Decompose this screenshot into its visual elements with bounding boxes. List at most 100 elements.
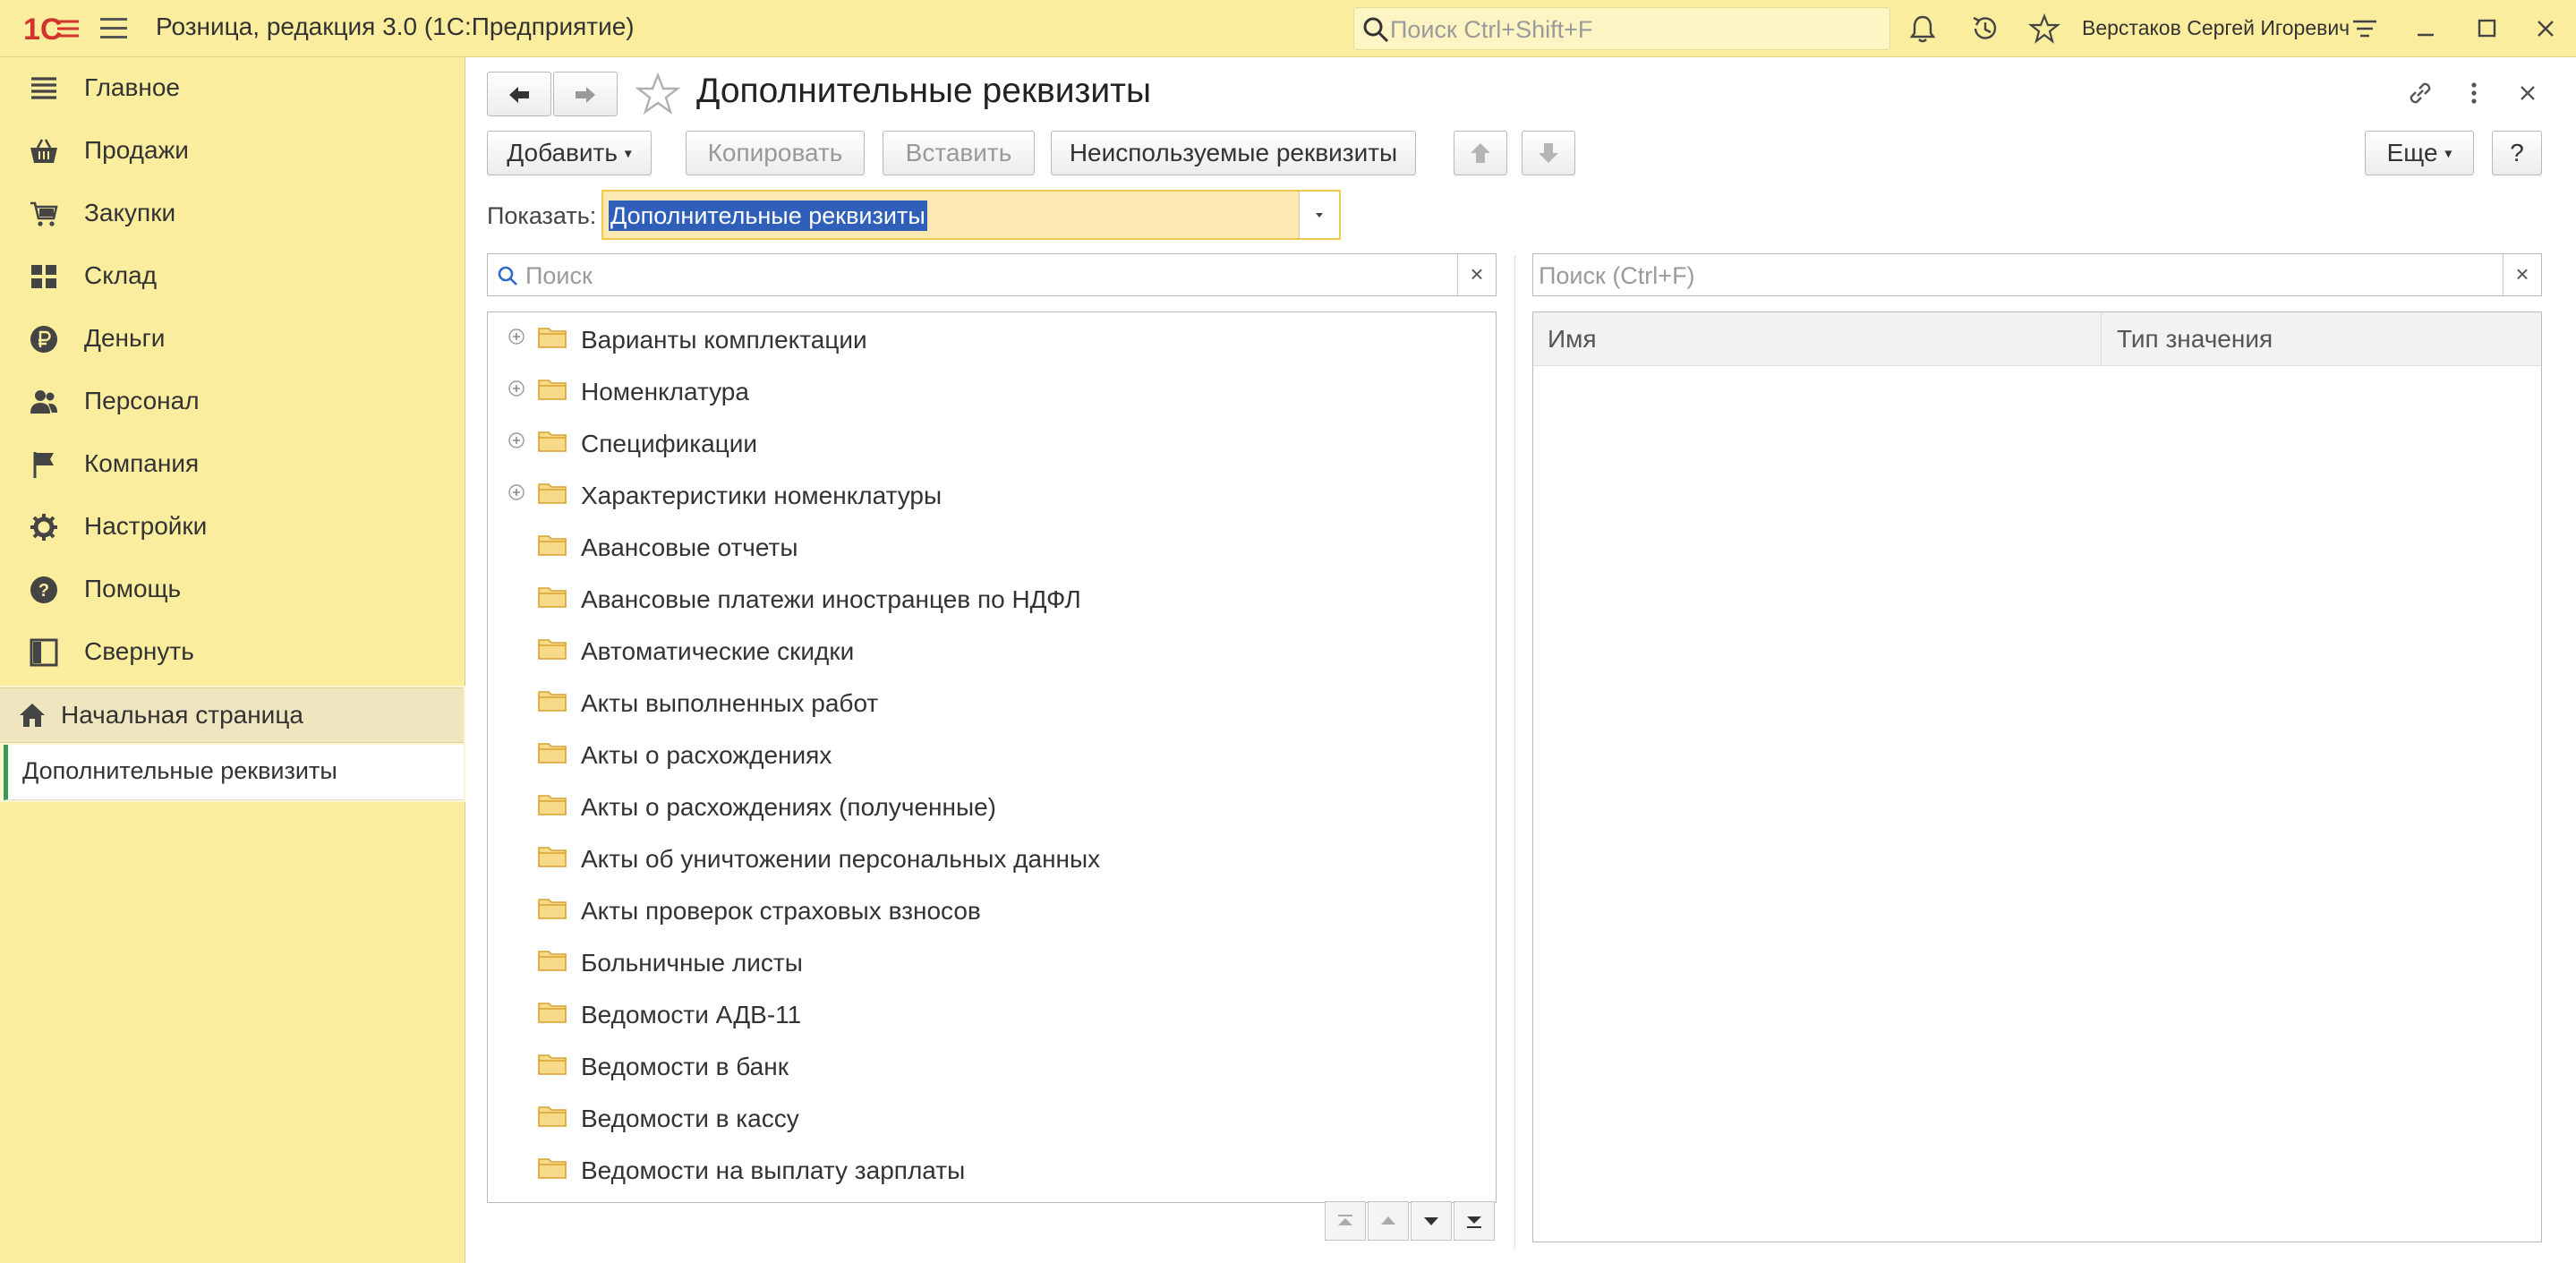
close-icon[interactable] [2529, 13, 2562, 45]
tree-row[interactable]: Акты проверок страховых взносов [488, 883, 1490, 935]
tree-row[interactable]: Ведомости на выплату зарплаты [488, 1143, 1490, 1195]
sidebar-item-sales[interactable]: Продажи [0, 120, 465, 183]
tree-row[interactable]: Ведомости АДВ-11 [488, 987, 1490, 1039]
tree-row[interactable]: Акты выполненных работ [488, 676, 1490, 728]
show-dropdown-button[interactable] [1299, 192, 1339, 238]
tree-row-label: Варианты комплектации [581, 326, 867, 354]
sidebar-item-help[interactable]: ? Помощь [0, 559, 465, 621]
column-divider[interactable] [2101, 312, 2102, 366]
clear-search-icon[interactable]: × [1457, 254, 1496, 295]
move-up-button[interactable] [1454, 131, 1507, 175]
table-search-input[interactable]: Поиск (Ctrl+F) × [1532, 253, 2542, 296]
sidebar-item-label: Свернуть [84, 637, 194, 665]
folder-icon [538, 951, 567, 971]
user-name[interactable]: Верстаков Сергей Игоревич [2082, 16, 2350, 40]
sidebar-item-collapse[interactable]: Свернуть [0, 621, 465, 684]
tree-row[interactable]: Акты о расхождениях (полученные) [488, 780, 1490, 832]
maximize-icon[interactable] [2470, 13, 2503, 45]
attribute-sets-tree[interactable]: Варианты комплектации Номенклатура Специфи… [487, 311, 1497, 1203]
panel-splitter[interactable] [1514, 256, 1520, 1250]
dropdown-arrow-icon: ▾ [2444, 146, 2452, 162]
more-vertical-icon[interactable] [2458, 77, 2490, 109]
tree-row[interactable]: Больничные листы [488, 935, 1490, 987]
column-header-name[interactable]: Имя [1548, 325, 1597, 354]
tree-row[interactable]: Авансовые платежи иностранцев по НДФЛ [488, 572, 1490, 624]
sidebar-item-staff[interactable]: Персонал [0, 371, 465, 433]
unused-attributes-button[interactable]: Неиспользуемые реквизиты [1051, 131, 1416, 175]
expand-icon[interactable] [508, 483, 525, 501]
attributes-table[interactable]: Имя Тип значения [1532, 311, 2542, 1242]
sidebar-item-money[interactable]: Деньги [0, 308, 465, 371]
more-button[interactable]: Еще ▾ [2365, 131, 2474, 175]
minimize-icon[interactable] [2410, 13, 2442, 45]
folder-icon [538, 1106, 567, 1127]
table-search-placeholder: Поиск (Ctrl+F) [1539, 262, 1695, 289]
tree-row[interactable]: Акты о расхождениях [488, 728, 1490, 780]
tree-row[interactable]: Ведомости в банк [488, 1039, 1490, 1091]
page-title: Дополнительные реквизиты [696, 72, 1152, 110]
scroll-up-button[interactable] [1368, 1201, 1409, 1241]
sidebar-item-warehouse[interactable]: Склад [0, 245, 465, 308]
settings-icon[interactable] [2349, 13, 2381, 45]
bell-icon[interactable] [1906, 13, 1939, 45]
scroll-to-bottom-button[interactable] [1454, 1201, 1495, 1241]
clear-search-icon[interactable]: × [2503, 254, 2541, 295]
folder-icon [538, 483, 567, 504]
paste-button[interactable]: Вставить [883, 131, 1035, 175]
folder-icon [538, 743, 567, 764]
form-close-icon[interactable] [2512, 77, 2544, 109]
scroll-to-top-button[interactable] [1325, 1201, 1366, 1241]
help-button[interactable]: ? [2492, 131, 2542, 175]
chevron-down-icon [1316, 213, 1323, 218]
link-icon[interactable] [2404, 77, 2436, 109]
tree-row-label: Авансовые отчеты [581, 533, 798, 561]
back-button[interactable] [487, 72, 551, 116]
folder-icon [538, 795, 567, 815]
tree-row[interactable]: Акты об уничтожении персональных данных [488, 832, 1490, 883]
tree-row[interactable]: Авансовые отчеты [488, 520, 1490, 572]
sidebar-item-settings[interactable]: Настройки [0, 496, 465, 559]
expand-icon[interactable] [508, 431, 525, 449]
tree-search-input[interactable]: Поиск × [487, 253, 1497, 296]
forward-button[interactable] [553, 72, 618, 116]
search-icon [498, 266, 517, 286]
chevron-down-icon [1424, 1217, 1438, 1225]
copy-button[interactable]: Копировать [686, 131, 865, 175]
global-search-input[interactable]: Поиск Ctrl+Shift+F [1353, 7, 1890, 50]
history-icon[interactable] [1969, 13, 2001, 45]
sidebar-item-label: Деньги [84, 324, 166, 352]
arrow-right-icon [576, 87, 595, 103]
svg-text:1С: 1С [23, 13, 62, 47]
add-button[interactable]: Добавить ▾ [487, 131, 652, 175]
home-page-item[interactable]: Начальная страница [0, 687, 464, 743]
folder-icon [538, 1054, 567, 1075]
expand-icon[interactable] [508, 380, 525, 397]
sidebar-item-label: Помощь [84, 575, 182, 602]
sidebar: Главное Продажи Закупки Склад Деньги Пер… [0, 57, 465, 1263]
tree-row[interactable]: Характеристики номенклатуры [488, 468, 1490, 520]
show-select[interactable]: Дополнительные реквизиты [601, 190, 1341, 240]
tree-row[interactable]: Номенклатура [488, 364, 1490, 416]
sidebar-item-purchases[interactable]: Закупки [0, 183, 465, 245]
scroll-down-button[interactable] [1411, 1201, 1452, 1241]
move-down-button[interactable] [1522, 131, 1575, 175]
tree-row[interactable]: Автоматические скидки [488, 624, 1490, 676]
tree-row[interactable]: Ведомости в кассу [488, 1091, 1490, 1143]
flag-icon [33, 452, 54, 478]
menu-icon[interactable] [100, 18, 127, 39]
sidebar-item-main[interactable]: Главное [0, 57, 465, 120]
sidebar-item-company[interactable]: Компания [0, 433, 465, 496]
tree-row[interactable]: Спецификации [488, 416, 1490, 468]
open-window-additional-attributes[interactable]: Дополнительные реквизиты [4, 745, 464, 800]
svg-text:?: ? [38, 581, 49, 601]
folder-icon [538, 691, 567, 712]
dropdown-arrow-icon: ▾ [624, 146, 632, 162]
tree-row[interactable]: Варианты комплектации [488, 312, 1490, 364]
help-icon: ? [30, 576, 57, 603]
folder-icon [538, 535, 567, 556]
favorite-star-icon[interactable] [635, 72, 680, 116]
expand-icon[interactable] [508, 328, 525, 346]
star-icon[interactable] [2028, 13, 2060, 45]
arrow-up-icon [1471, 143, 1490, 163]
column-header-value-type[interactable]: Тип значения [2117, 325, 2273, 354]
